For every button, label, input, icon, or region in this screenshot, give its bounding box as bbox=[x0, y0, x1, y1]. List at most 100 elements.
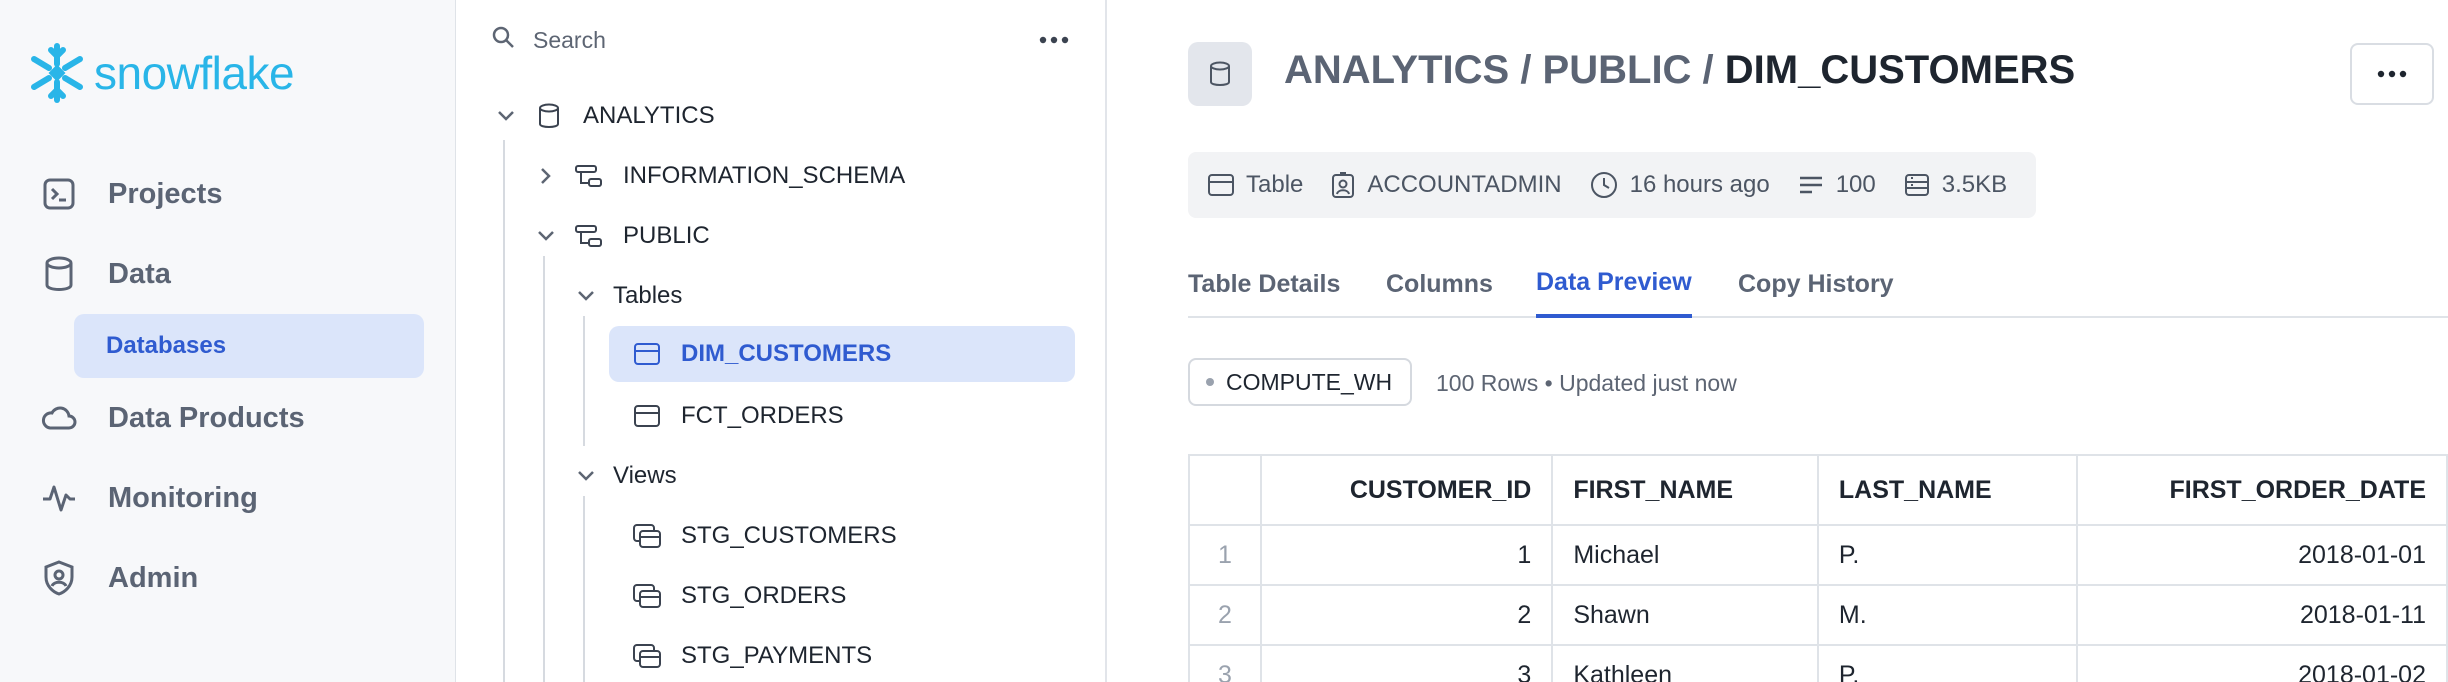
preview-status: 100 Rows • Updated just now bbox=[1436, 370, 1737, 396]
table-cell[interactable]: Kathleen bbox=[1551, 644, 1819, 682]
meta-rows: 100 bbox=[1798, 171, 1876, 199]
tree-guide bbox=[583, 316, 585, 446]
tree-label: FCT_ORDERS bbox=[681, 402, 844, 429]
table-cell[interactable]: 2018-01-11 bbox=[2076, 584, 2448, 646]
object-type-badge bbox=[1188, 42, 1252, 106]
tree-guide bbox=[543, 256, 545, 682]
nav-subitem-databases[interactable]: Databases bbox=[74, 314, 424, 378]
tree-group-tables[interactable]: Tables bbox=[573, 268, 682, 324]
tree-label: DIM_CUSTOMERS bbox=[681, 340, 892, 367]
main-panel: ANALYTICS / PUBLIC / DIM_CUSTOMERS Table… bbox=[1108, 0, 2448, 682]
view-icon bbox=[631, 520, 663, 552]
column-header[interactable]: FIRST_NAME bbox=[1551, 454, 1819, 526]
chevron-down-icon[interactable] bbox=[493, 103, 519, 129]
table-cell[interactable]: P. bbox=[1816, 524, 2079, 586]
table-row[interactable]: 3 3 Kathleen P. 2018-01-02 bbox=[1188, 644, 2448, 682]
table-icon bbox=[631, 338, 663, 370]
explorer-more-button[interactable] bbox=[1031, 22, 1077, 58]
meta-owner: ACCOUNTADMIN bbox=[1331, 171, 1562, 199]
tree-label: STG_PAYMENTS bbox=[681, 642, 873, 669]
nav-item-data[interactable]: Data bbox=[40, 244, 171, 304]
table-cell[interactable]: 2018-01-02 bbox=[2076, 644, 2448, 682]
more-horizontal-icon bbox=[1039, 36, 1069, 44]
nav-item-projects[interactable]: Projects bbox=[40, 164, 222, 224]
tab-bar: Table Details Columns Data Preview Copy … bbox=[1188, 250, 2448, 318]
more-horizontal-icon bbox=[2377, 70, 2407, 78]
row-index: 3 bbox=[1188, 644, 1262, 682]
explorer-search[interactable]: Search bbox=[491, 20, 606, 60]
breadcrumb-path[interactable]: ANALYTICS / PUBLIC / bbox=[1284, 48, 1725, 92]
meta-updated: 16 hours ago bbox=[1590, 171, 1770, 199]
breadcrumb: ANALYTICS / PUBLIC / DIM_CUSTOMERS bbox=[1284, 48, 2075, 93]
chevron-down-icon[interactable] bbox=[533, 223, 559, 249]
chevron-down-icon[interactable] bbox=[573, 463, 599, 489]
nav-sublabel-databases: Databases bbox=[106, 332, 227, 359]
table-cell[interactable]: 2018-01-01 bbox=[2076, 524, 2448, 586]
warehouse-selector[interactable]: COMPUTE_WH bbox=[1188, 358, 1413, 406]
snowflake-logo[interactable]: snowflake bbox=[24, 38, 295, 108]
table-cell[interactable]: Shawn bbox=[1551, 584, 1819, 646]
column-header[interactable]: LAST_NAME bbox=[1816, 454, 2079, 526]
nav-label-data: Data bbox=[108, 257, 171, 290]
table-header-row: CUSTOMER_ID FIRST_NAME LAST_NAME FIRST_O… bbox=[1188, 454, 2448, 526]
column-header[interactable]: CUSTOMER_ID bbox=[1259, 454, 1554, 526]
tree-database-analytics[interactable]: ANALYTICS bbox=[493, 88, 715, 144]
meta-size-label: 3.5KB bbox=[1941, 171, 2008, 198]
tree-guide bbox=[583, 496, 585, 682]
nav-item-monitoring[interactable]: Monitoring bbox=[40, 468, 258, 528]
clock-icon bbox=[1590, 171, 1618, 199]
table-cell[interactable]: P. bbox=[1816, 644, 2079, 682]
tree-schema-public[interactable]: PUBLIC bbox=[533, 208, 710, 264]
warehouse-status-dot bbox=[1206, 378, 1214, 386]
table-cell[interactable]: 3 bbox=[1259, 644, 1554, 682]
nav-label-admin: Admin bbox=[108, 561, 199, 594]
database-icon bbox=[1210, 61, 1230, 86]
table-row[interactable]: 1 1 Michael P. 2018-01-01 bbox=[1188, 524, 2448, 586]
tree-label: STG_CUSTOMERS bbox=[681, 522, 897, 549]
object-metadata-bar: Table ACCOUNTADMIN 16 hours ago 100 3.5K… bbox=[1188, 152, 2036, 218]
table-icon bbox=[631, 400, 663, 432]
row-index: 2 bbox=[1188, 584, 1262, 646]
tree-group-views[interactable]: Views bbox=[573, 448, 677, 504]
tree-label: STG_ORDERS bbox=[681, 582, 847, 609]
tree-label: ANALYTICS bbox=[583, 102, 715, 129]
tree-table-dim-customers[interactable]: DIM_CUSTOMERS bbox=[609, 326, 1075, 382]
tree-view-stg-customers[interactable]: STG_CUSTOMERS bbox=[631, 508, 897, 564]
tab-table-details[interactable]: Table Details bbox=[1188, 250, 1340, 318]
meta-updated-label: 16 hours ago bbox=[1629, 171, 1770, 198]
database-icon bbox=[40, 255, 78, 293]
table-cell[interactable]: 1 bbox=[1259, 524, 1554, 586]
table-cell[interactable]: 2 bbox=[1259, 584, 1554, 646]
cloud-icon bbox=[40, 399, 78, 437]
nav-item-admin[interactable]: Admin bbox=[40, 548, 198, 608]
meta-size: 3.5KB bbox=[1904, 171, 2007, 199]
tab-copy-history[interactable]: Copy History bbox=[1738, 250, 1894, 318]
owner-badge-icon bbox=[1331, 171, 1355, 199]
warehouse-label: COMPUTE_WH bbox=[1226, 368, 1393, 395]
table-cell[interactable]: M. bbox=[1816, 584, 2079, 646]
meta-type: Table bbox=[1208, 171, 1303, 199]
column-header[interactable]: FIRST_ORDER_DATE bbox=[2076, 454, 2448, 526]
database-icon bbox=[533, 100, 565, 132]
tab-columns[interactable]: Columns bbox=[1386, 250, 1493, 318]
tree-table-fct-orders[interactable]: FCT_ORDERS bbox=[631, 388, 844, 444]
chevron-right-icon[interactable] bbox=[533, 163, 559, 189]
nav-label-monitoring: Monitoring bbox=[108, 481, 258, 514]
chevron-down-icon[interactable] bbox=[573, 283, 599, 309]
nav-item-data-products[interactable]: Data Products bbox=[40, 388, 305, 448]
view-icon bbox=[631, 580, 663, 612]
tab-data-preview[interactable]: Data Preview bbox=[1536, 250, 1692, 318]
search-placeholder: Search bbox=[533, 26, 606, 53]
object-more-button[interactable] bbox=[2350, 43, 2434, 105]
left-nav: snowflake Projects Data Databases Data P… bbox=[0, 0, 456, 682]
table-row[interactable]: 2 2 Shawn M. 2018-01-11 bbox=[1188, 584, 2448, 646]
search-icon bbox=[491, 25, 515, 55]
data-preview-table: CUSTOMER_ID FIRST_NAME LAST_NAME FIRST_O… bbox=[1188, 454, 2448, 682]
tree-schema-information-schema[interactable]: INFORMATION_SCHEMA bbox=[533, 148, 905, 204]
meta-type-label: Table bbox=[1246, 171, 1304, 198]
tree-view-stg-payments[interactable]: STG_PAYMENTS bbox=[631, 628, 872, 682]
table-cell[interactable]: Michael bbox=[1551, 524, 1819, 586]
tree-view-stg-orders[interactable]: STG_ORDERS bbox=[631, 568, 846, 624]
index-column-header bbox=[1188, 454, 1262, 526]
rows-icon bbox=[1798, 174, 1824, 196]
